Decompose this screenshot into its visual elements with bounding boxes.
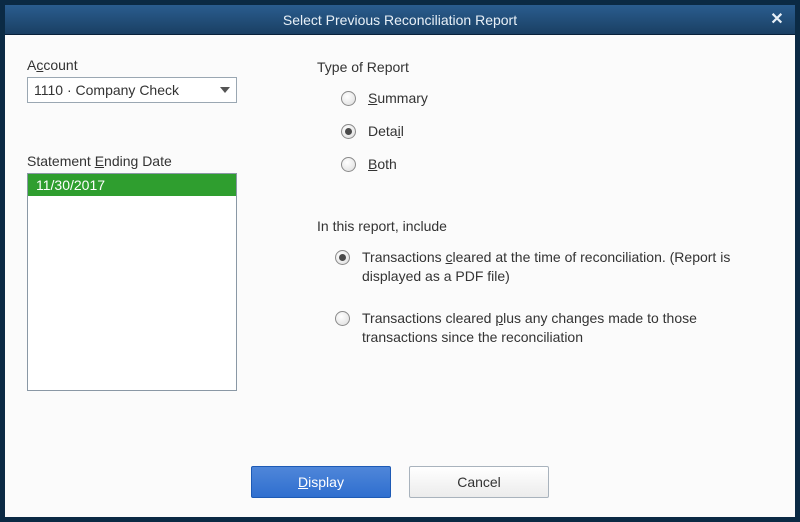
chevron-down-icon: [220, 87, 230, 93]
radio-include-cleared[interactable]: [335, 250, 350, 265]
account-label-pre: A: [27, 57, 36, 73]
summary-ul: S: [368, 90, 377, 106]
account-selected: 1110 · Company Check: [34, 82, 214, 98]
include-block: In this report, include Transactions cle…: [317, 218, 767, 348]
radio-summary-row[interactable]: Summary: [317, 89, 767, 108]
radio-both-label: Both: [368, 155, 397, 174]
account-dropdown[interactable]: 1110 · Company Check: [27, 77, 237, 103]
display-post: isplay: [308, 474, 344, 490]
statement-label-ul: E: [95, 153, 104, 169]
detail-post: l: [401, 123, 404, 139]
radio-both[interactable]: [341, 157, 356, 172]
opt1-pre: Transactions: [362, 249, 446, 265]
left-column: Account 1110 · Company Check Statement E…: [27, 57, 247, 447]
radio-detail-label: Detail: [368, 122, 404, 141]
radio-include-plus-changes-label: Transactions cleared plus any changes ma…: [362, 309, 742, 347]
account-label-post: count: [43, 57, 77, 73]
radio-summary-label: Summary: [368, 89, 428, 108]
include-heading: In this report, include: [317, 218, 767, 234]
radio-both-row[interactable]: Both: [317, 155, 767, 174]
statement-label-post: nding Date: [104, 153, 172, 169]
radio-include-plus-changes[interactable]: [335, 311, 350, 326]
opt2-ul: p: [495, 310, 503, 326]
opt2-pre: Transactions cleared: [362, 310, 495, 326]
window-title: Select Previous Reconciliation Report: [283, 12, 517, 28]
statement-label-pre: Statement: [27, 153, 95, 169]
button-row: Display Cancel: [5, 457, 795, 517]
summary-post: ummary: [377, 90, 428, 106]
cancel-button[interactable]: Cancel: [409, 466, 549, 498]
report-type-heading: Type of Report: [317, 59, 767, 75]
both-ul: B: [368, 156, 377, 172]
statement-block: Statement Ending Date 11/30/2017: [27, 153, 247, 391]
statement-date-list[interactable]: 11/30/2017: [27, 173, 237, 391]
radio-include-cleared-row[interactable]: Transactions cleared at the time of reco…: [317, 248, 767, 286]
account-label: Account: [27, 57, 247, 73]
detail-pre: Deta: [368, 123, 398, 139]
right-column: Type of Report Summary Detail Both In th…: [317, 57, 767, 447]
display-button[interactable]: Display: [251, 466, 391, 498]
statement-ending-label: Statement Ending Date: [27, 153, 247, 169]
radio-include-plus-changes-row[interactable]: Transactions cleared plus any changes ma…: [317, 309, 767, 347]
list-item[interactable]: 11/30/2017: [28, 174, 236, 196]
display-ul: D: [298, 474, 308, 490]
display-button-label: Display: [298, 474, 344, 490]
dialog-window: Select Previous Reconciliation Report ✕ …: [0, 0, 800, 522]
dialog-content: Account 1110 · Company Check Statement E…: [5, 35, 795, 457]
title-bar: Select Previous Reconciliation Report ✕: [5, 5, 795, 35]
close-icon: ✕: [770, 9, 783, 29]
radio-include-cleared-label: Transactions cleared at the time of reco…: [362, 248, 742, 286]
radio-detail-row[interactable]: Detail: [317, 122, 767, 141]
radio-summary[interactable]: [341, 91, 356, 106]
opt1-ul: c: [446, 249, 453, 265]
cancel-button-label: Cancel: [457, 474, 501, 490]
close-button[interactable]: ✕: [767, 9, 787, 29]
radio-detail[interactable]: [341, 124, 356, 139]
both-post: oth: [377, 156, 396, 172]
